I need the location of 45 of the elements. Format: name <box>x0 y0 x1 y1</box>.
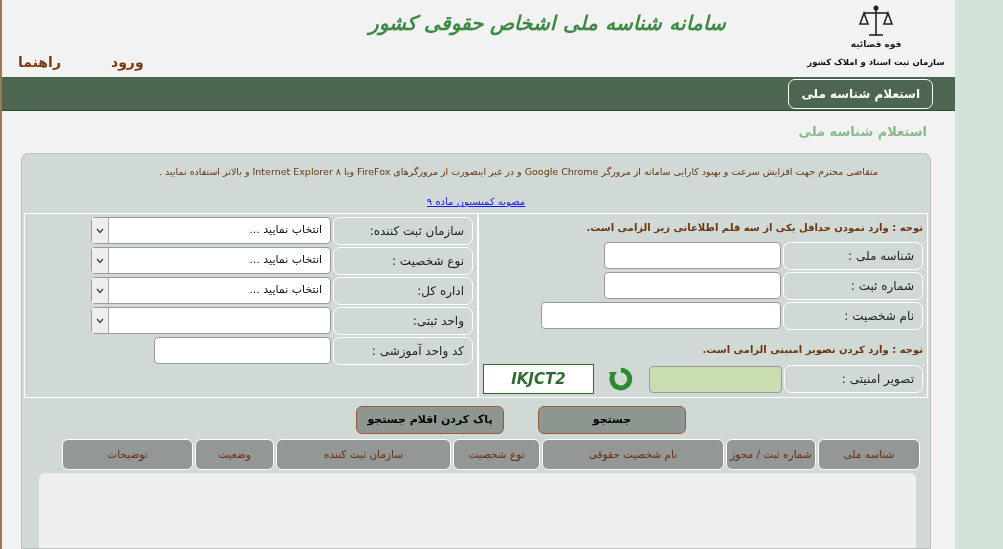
field-label: تصویر امنیتی : <box>784 365 923 393</box>
browser-notice: متقاضی محترم جهت افزایش سرعت و بهبود کارایی سامانه از مرورگر Google Chrome و در غیر اینصورت از مرورگرهای FireFox ویا ۸ Internet Explorer و بالاتر استفاده نمایید . <box>158 165 879 179</box>
header-link[interactable]: ورود <box>110 52 144 73</box>
field-label: سازمان ثبت کننده: <box>333 217 473 245</box>
captcha-input-field[interactable] <box>649 365 783 393</box>
input-field[interactable] <box>604 242 781 269</box>
input-field[interactable] <box>604 272 781 299</box>
field-label: نوع شخصیت : <box>333 247 473 275</box>
select-field[interactable]: انتخاب نمایید ... <box>91 247 331 274</box>
required-note: توجه : وارد نمودن حداقل یکی از سه قلم اطلاعاتی زیر الزامی است. <box>585 221 923 236</box>
column-header: نام شخصیت حقوقی <box>542 439 724 470</box>
select-field[interactable] <box>91 307 331 334</box>
field-label: شماره ثبت : <box>783 272 923 300</box>
site-title: سامانه شناسه ملی اشخاص حقوقی کشور <box>368 10 726 38</box>
caret-icon <box>96 317 104 324</box>
refresh-icon[interactable] <box>607 366 634 392</box>
caret-icon <box>96 227 104 234</box>
action-button[interactable]: پاک کردن اقلام جستجو <box>356 406 504 434</box>
caret-icon <box>96 287 104 294</box>
column-header: توضیحات <box>62 439 193 470</box>
caret-icon <box>96 257 104 264</box>
captcha-note: توجه : وارد کردن تصویر امنیتی الزامی است. <box>701 342 923 358</box>
captcha-image: IKJCT2 <box>483 364 594 394</box>
input-field[interactable] <box>541 302 781 329</box>
field-label: واحد ثبتی: <box>333 307 473 335</box>
select-field[interactable]: انتخاب نمایید ... <box>91 217 331 244</box>
column-header: نوع شخصیت <box>453 439 540 470</box>
column-header: شناسه ملی <box>818 439 920 470</box>
page-heading: استعلام شناسه ملی <box>798 123 927 142</box>
commission-link[interactable]: مصوبه کمیسیون ماده ۹ <box>426 194 526 209</box>
input-field[interactable] <box>154 337 331 364</box>
organization-name: سازمان ثبت اسناد و املاک کشور <box>807 55 945 69</box>
column-header: شماره ثبت / مجوز <box>726 439 816 470</box>
field-label: اداره کل: <box>333 277 473 305</box>
field-label: نام شخصیت : <box>783 302 923 330</box>
header-link[interactable]: راهنما <box>18 52 61 73</box>
logo-caption: قوه قضائیه <box>850 38 902 51</box>
select-field[interactable]: انتخاب نمایید ... <box>91 277 331 304</box>
column-header: وضعیت <box>195 439 274 470</box>
field-label: شناسه ملی : <box>783 242 923 270</box>
field-label: کد واحد آموزشی : <box>333 337 473 365</box>
action-button[interactable]: جستجو <box>538 406 686 434</box>
column-header: سازمان ثبت کننده <box>276 439 451 470</box>
scales-of-justice-icon <box>859 4 893 38</box>
nav-tab[interactable]: استعلام شناسه ملی <box>788 78 933 109</box>
